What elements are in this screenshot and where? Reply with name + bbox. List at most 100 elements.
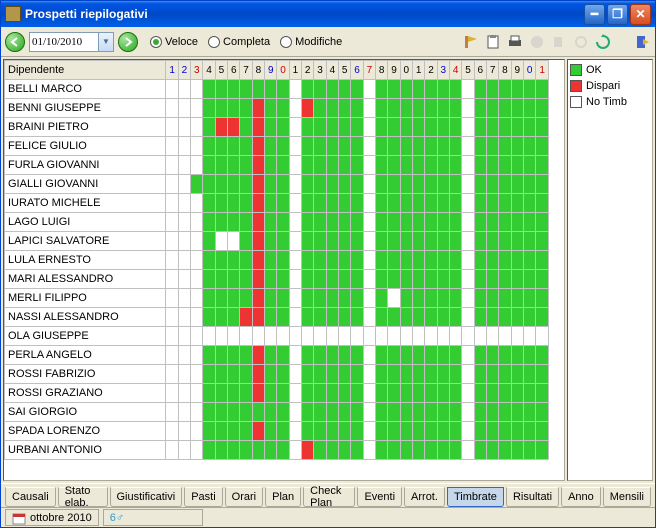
day-cell[interactable]: [203, 232, 215, 251]
day-cell[interactable]: [289, 118, 301, 137]
day-cell[interactable]: [277, 194, 289, 213]
day-cell[interactable]: [376, 441, 388, 460]
day-cell[interactable]: [228, 270, 240, 289]
day-cell[interactable]: [462, 118, 474, 137]
table-row[interactable]: LULA ERNESTO: [5, 251, 549, 270]
day-cell[interactable]: [326, 213, 338, 232]
day-cell[interactable]: [191, 213, 203, 232]
day-cell[interactable]: [228, 251, 240, 270]
day-cell[interactable]: [413, 80, 425, 99]
day-cell[interactable]: [277, 346, 289, 365]
day-cell[interactable]: [511, 384, 523, 403]
day-cell[interactable]: [474, 175, 486, 194]
day-cell[interactable]: [499, 232, 511, 251]
day-cell[interactable]: [302, 194, 314, 213]
day-cell[interactable]: [449, 175, 461, 194]
day-cell[interactable]: [252, 384, 264, 403]
day-cell[interactable]: [166, 422, 178, 441]
day-cell[interactable]: [413, 289, 425, 308]
day-cell[interactable]: [499, 80, 511, 99]
day-cell[interactable]: [523, 156, 535, 175]
col-day[interactable]: 4: [326, 61, 338, 80]
day-cell[interactable]: [486, 232, 498, 251]
day-cell[interactable]: [228, 327, 240, 346]
day-cell[interactable]: [215, 137, 227, 156]
day-cell[interactable]: [400, 346, 412, 365]
day-cell[interactable]: [536, 346, 549, 365]
day-cell[interactable]: [437, 175, 449, 194]
date-input[interactable]: [30, 36, 98, 48]
tab-giustificativi[interactable]: Giustificativi: [110, 487, 183, 507]
day-cell[interactable]: [277, 137, 289, 156]
day-cell[interactable]: [425, 232, 437, 251]
day-cell[interactable]: [326, 384, 338, 403]
day-cell[interactable]: [314, 251, 326, 270]
day-cell[interactable]: [314, 270, 326, 289]
day-cell[interactable]: [252, 403, 264, 422]
day-cell[interactable]: [178, 156, 190, 175]
day-cell[interactable]: [449, 270, 461, 289]
day-cell[interactable]: [536, 384, 549, 403]
day-cell[interactable]: [425, 156, 437, 175]
day-cell[interactable]: [499, 175, 511, 194]
day-cell[interactable]: [240, 384, 252, 403]
day-cell[interactable]: [166, 251, 178, 270]
day-cell[interactable]: [166, 327, 178, 346]
day-cell[interactable]: [166, 403, 178, 422]
day-cell[interactable]: [523, 327, 535, 346]
day-cell[interactable]: [289, 384, 301, 403]
day-cell[interactable]: [166, 365, 178, 384]
day-cell[interactable]: [302, 441, 314, 460]
day-cell[interactable]: [523, 232, 535, 251]
day-cell[interactable]: [240, 422, 252, 441]
day-cell[interactable]: [425, 289, 437, 308]
table-row[interactable]: LAPICI SALVATORE: [5, 232, 549, 251]
day-cell[interactable]: [400, 137, 412, 156]
day-cell[interactable]: [326, 80, 338, 99]
day-cell[interactable]: [425, 422, 437, 441]
day-cell[interactable]: [462, 308, 474, 327]
col-day[interactable]: 2: [425, 61, 437, 80]
day-cell[interactable]: [178, 365, 190, 384]
day-cell[interactable]: [326, 327, 338, 346]
day-cell[interactable]: [265, 289, 277, 308]
day-cell[interactable]: [191, 118, 203, 137]
day-cell[interactable]: [400, 99, 412, 118]
day-cell[interactable]: [191, 289, 203, 308]
day-cell[interactable]: [240, 251, 252, 270]
day-cell[interactable]: [536, 270, 549, 289]
day-cell[interactable]: [449, 308, 461, 327]
day-cell[interactable]: [277, 308, 289, 327]
employee-cell[interactable]: IURATO MICHELE: [5, 194, 166, 213]
employee-cell[interactable]: MARI ALESSANDRO: [5, 270, 166, 289]
day-cell[interactable]: [339, 194, 351, 213]
day-cell[interactable]: [437, 270, 449, 289]
day-cell[interactable]: [437, 156, 449, 175]
day-cell[interactable]: [326, 99, 338, 118]
table-row[interactable]: MERLI FILIPPO: [5, 289, 549, 308]
day-cell[interactable]: [511, 80, 523, 99]
day-cell[interactable]: [203, 422, 215, 441]
day-cell[interactable]: [376, 308, 388, 327]
day-cell[interactable]: [265, 118, 277, 137]
table-row[interactable]: LAGO LUIGI: [5, 213, 549, 232]
day-cell[interactable]: [277, 365, 289, 384]
day-cell[interactable]: [326, 289, 338, 308]
day-cell[interactable]: [388, 441, 400, 460]
day-cell[interactable]: [191, 270, 203, 289]
day-cell[interactable]: [228, 99, 240, 118]
day-cell[interactable]: [474, 441, 486, 460]
day-cell[interactable]: [376, 194, 388, 213]
day-cell[interactable]: [277, 118, 289, 137]
day-cell[interactable]: [228, 194, 240, 213]
radio-completa[interactable]: Completa: [208, 36, 270, 48]
day-cell[interactable]: [449, 80, 461, 99]
day-cell[interactable]: [400, 403, 412, 422]
day-cell[interactable]: [289, 213, 301, 232]
day-cell[interactable]: [302, 80, 314, 99]
day-cell[interactable]: [314, 175, 326, 194]
day-cell[interactable]: [437, 251, 449, 270]
day-cell[interactable]: [376, 422, 388, 441]
day-cell[interactable]: [289, 346, 301, 365]
day-cell[interactable]: [363, 232, 375, 251]
